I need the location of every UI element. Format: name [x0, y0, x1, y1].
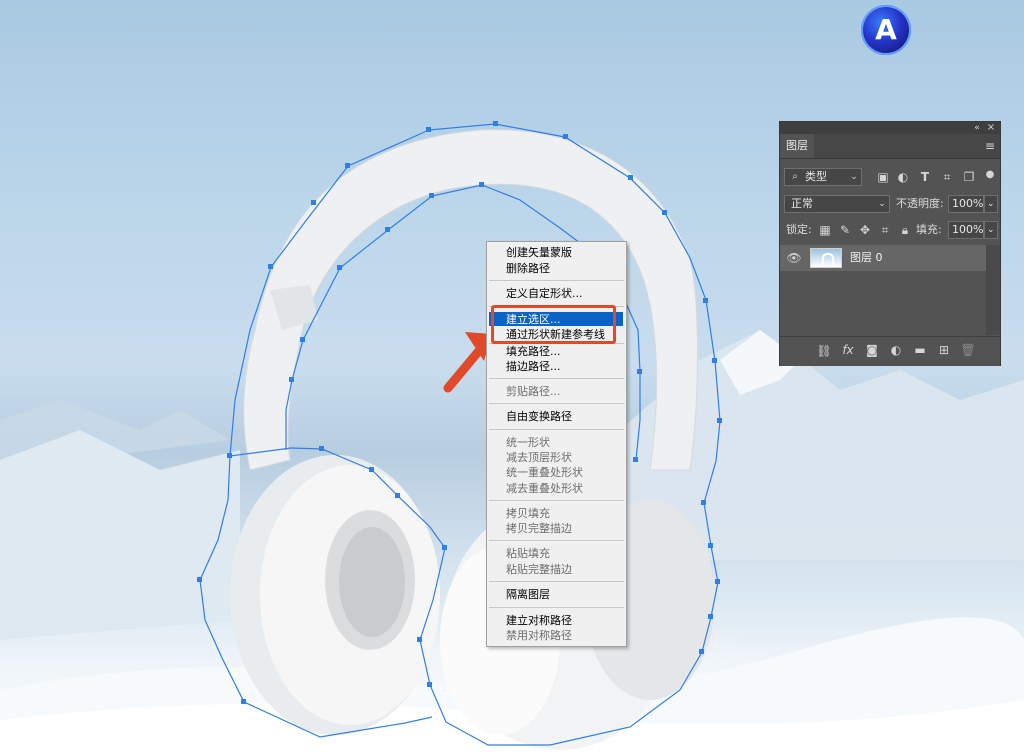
menu-item-disable-symmetry-path[interactable]: 禁用对称路径	[506, 629, 572, 642]
filter-toggle-icon[interactable]: ●	[984, 168, 996, 182]
menu-item-define-custom-shape[interactable]: 定义自定形状...	[506, 287, 583, 300]
menu-item-fill-path[interactable]: 填充路径...	[506, 345, 561, 358]
lock-all-icon[interactable]: 🔒︎	[898, 223, 912, 237]
search-icon: ⌕	[792, 171, 798, 182]
panel-tab-bar: 图层 ≡	[780, 134, 1000, 159]
layers-panel: « × 图层 ≡ ⌕ 类型 ⌄ ▣ ◐ T ⌗ ❐ ● 正常 ⌄ 不透明度: 1…	[779, 121, 1001, 366]
menu-divider	[489, 403, 624, 404]
menu-item-delete-path[interactable]: 删除路径	[506, 262, 550, 275]
filter-kind-value: 类型	[805, 170, 827, 183]
menu-item-isolate-layers[interactable]: 隔离图层	[506, 588, 550, 601]
menu-divider	[489, 500, 624, 501]
menu-item-unite-at-overlap[interactable]: 统一重叠处形状	[506, 466, 583, 479]
lock-position-icon[interactable]: ✥	[858, 223, 872, 237]
menu-divider	[489, 429, 624, 430]
panel-menu-icon[interactable]: ≡	[983, 139, 997, 153]
panel-footer: ⛓ fx ◙ ◐ ▬ ⊞ 🗑︎	[780, 336, 1000, 366]
menu-item-create-vector-mask[interactable]: 创建矢量蒙版	[506, 246, 572, 259]
menu-item-free-transform-path[interactable]: 自由变换路径	[506, 410, 572, 423]
menu-divider	[489, 280, 624, 281]
tab-layers[interactable]: 图层	[780, 134, 814, 158]
collapse-icon[interactable]: «	[972, 121, 982, 135]
new-adjustment-layer-icon[interactable]: ◐	[888, 343, 904, 357]
blend-mode-value: 正常	[791, 197, 813, 210]
link-layers-icon[interactable]: ⛓	[816, 344, 832, 358]
lock-image-pixels-icon[interactable]: ✎	[838, 223, 852, 237]
annotation-highlight-box	[491, 305, 616, 344]
menu-item-subtract-front-shape[interactable]: 减去顶层形状	[506, 451, 572, 464]
lock-transparent-pixels-icon[interactable]: ▦	[818, 223, 832, 237]
menu-divider	[489, 581, 624, 582]
app-logo: A	[861, 5, 911, 55]
chevron-down-icon: ⌄	[850, 172, 858, 182]
menu-divider	[489, 607, 624, 608]
fill-input[interactable]: 100%	[948, 221, 984, 239]
menu-item-paste-fill[interactable]: 粘贴填充	[506, 547, 550, 560]
pixel-filter-icon[interactable]: ▣	[876, 170, 890, 184]
menu-item-subtract-at-overlap[interactable]: 减去重叠处形状	[506, 482, 583, 495]
fill-dropdown-button[interactable]: ⌄	[984, 221, 998, 239]
menu-item-paste-complete-stroke[interactable]: 粘贴完整描边	[506, 563, 572, 576]
panel-title-bar[interactable]: « ×	[780, 122, 1000, 134]
filter-kind-select[interactable]: ⌕ 类型 ⌄	[784, 168, 862, 186]
layers-scrollbar[interactable]	[986, 245, 1000, 335]
chevron-down-icon: ⌄	[878, 199, 886, 209]
menu-item-unite-shapes[interactable]: 统一形状	[506, 436, 550, 449]
layer-row[interactable]: 👁︎ 图层 0	[780, 245, 986, 271]
menu-item-copy-complete-stroke[interactable]: 拷贝完整描边	[506, 522, 572, 535]
opacity-label: 不透明度:	[896, 197, 944, 210]
opacity-dropdown-button[interactable]: ⌄	[984, 195, 998, 213]
visibility-eye-icon[interactable]: 👁︎	[786, 251, 802, 265]
shape-filter-icon[interactable]: ⌗	[940, 170, 954, 184]
menu-item-copy-fill[interactable]: 拷贝填充	[506, 507, 550, 520]
close-icon[interactable]: ×	[986, 121, 996, 135]
menu-divider	[489, 540, 624, 541]
blend-mode-select[interactable]: 正常 ⌄	[784, 195, 890, 213]
new-layer-icon[interactable]: ⊞	[936, 343, 952, 357]
type-filter-icon[interactable]: T	[918, 170, 932, 184]
delete-layer-icon[interactable]: 🗑︎	[960, 343, 976, 357]
add-mask-icon[interactable]: ◙	[864, 343, 880, 357]
layer-thumbnail	[810, 248, 842, 268]
fill-label: 填充:	[916, 223, 942, 236]
new-group-icon[interactable]: ▬	[912, 343, 928, 357]
fx-icon[interactable]: fx	[840, 343, 856, 357]
logo-letter: A	[875, 13, 897, 46]
lock-artboard-icon[interactable]: ⌗	[878, 223, 892, 237]
layer-name[interactable]: 图层 0	[850, 251, 883, 265]
menu-item-clipping-path[interactable]: 剪贴路径...	[506, 385, 561, 398]
opacity-input[interactable]: 100%	[948, 195, 984, 213]
path-context-menu: 创建矢量蒙版 删除路径 定义自定形状... 建立选区... 通过形状新建参考线 …	[486, 241, 627, 647]
smart-object-filter-icon[interactable]: ❐	[962, 170, 976, 184]
menu-item-stroke-path[interactable]: 描边路径...	[506, 360, 561, 373]
menu-divider	[489, 378, 624, 379]
lock-label: 锁定:	[786, 223, 812, 236]
menu-item-make-symmetry-path[interactable]: 建立对称路径	[506, 614, 572, 627]
adjustment-filter-icon[interactable]: ◐	[896, 170, 910, 184]
